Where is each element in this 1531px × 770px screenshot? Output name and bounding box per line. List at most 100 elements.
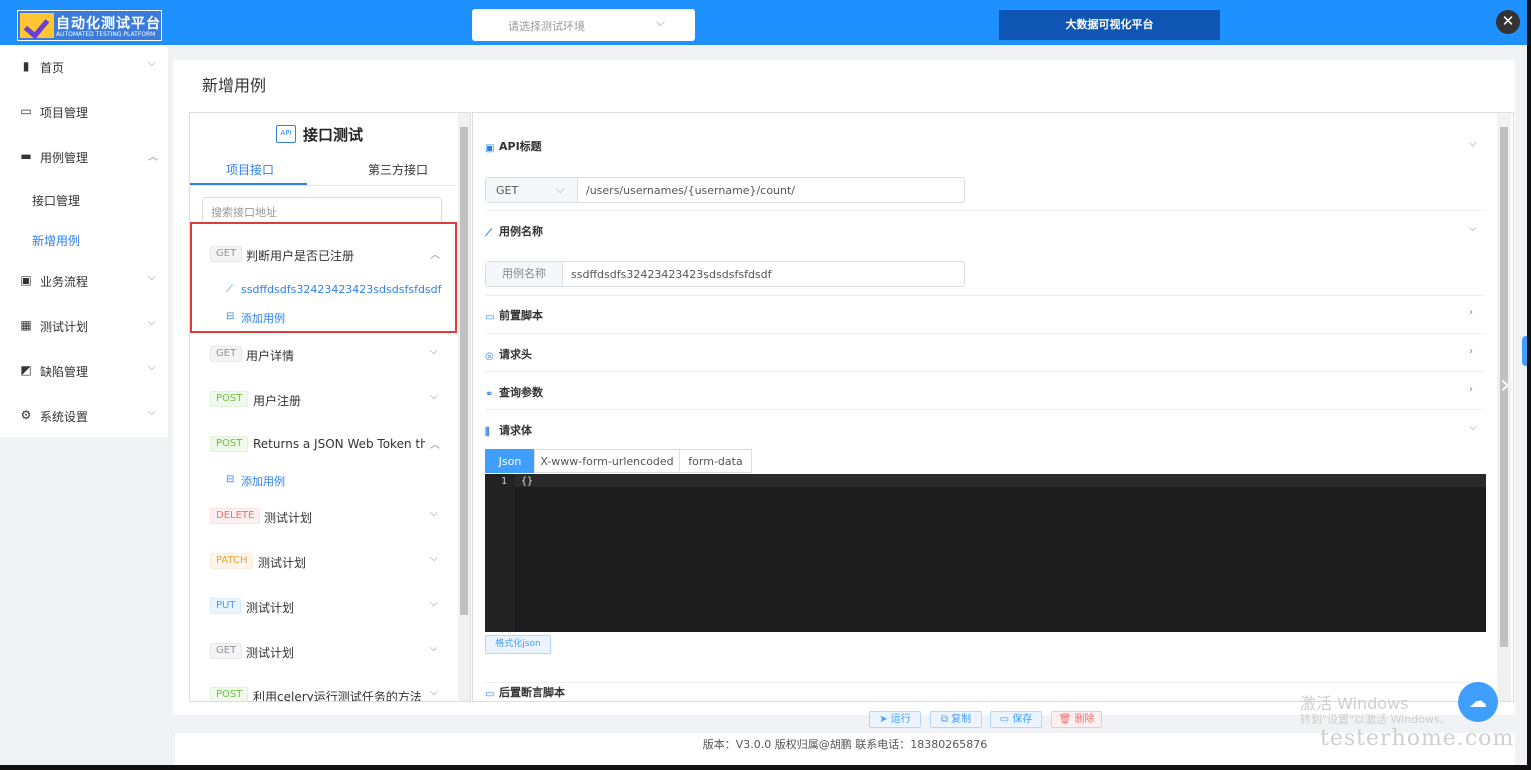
chevron-up-icon: ︿ xyxy=(148,152,158,163)
api-name: 用户注册 xyxy=(253,394,302,408)
chevron-right-icon: › xyxy=(1469,346,1473,357)
section-title: API标题 xyxy=(499,140,542,153)
copy-button[interactable]: ⧉ 复制 xyxy=(930,711,982,728)
sidebar-item-settings[interactable]: ⚙ 系统设置 ⌵ xyxy=(0,396,168,436)
top-bar: 自动化测试平台 AUTOMATED TESTING PLATFORM 请选择测试… xyxy=(0,0,1531,45)
api-icon: ▣ xyxy=(485,143,495,154)
save-label: 保存 xyxy=(1012,714,1033,725)
chevron-right-icon[interactable]: › xyxy=(1500,370,1510,400)
tab-json[interactable]: Json xyxy=(485,449,535,473)
section-api-title: ▣ API标题 ⌵ GET ⌵ /users/usernames/{usernam… xyxy=(485,138,1485,211)
script-icon: ▭ xyxy=(485,312,495,323)
sidebar-item-cases[interactable]: ▬ 用例管理 ︿ xyxy=(0,137,168,177)
logo-title: 自动化测试平台 xyxy=(56,16,161,32)
close-icon[interactable]: ✕ xyxy=(1496,10,1520,34)
method-badge: GET xyxy=(210,346,243,362)
bigdata-button[interactable]: 大数据可视化平台 xyxy=(999,10,1220,40)
footer: 版本：V3.0.0 版权归属@胡鹏 联系电话：18380265876 xyxy=(175,733,1515,765)
add-case-button[interactable]: 添加用例 xyxy=(241,473,285,489)
scrollbar-thumb[interactable] xyxy=(460,127,468,615)
env-select-placeholder: 请选择测试环境 xyxy=(508,20,585,33)
chevron-down-icon: ⌵ xyxy=(430,553,438,564)
method-url-input: GET ⌵ /users/usernames/{username}/count/ xyxy=(485,177,965,203)
chevron-down-icon: ⌵ xyxy=(556,183,565,196)
chevron-down-icon: ⌵ xyxy=(430,598,438,609)
case-name-input: 用例名称 ssdffdsdfs32423423423sdsdsfsfdsdf xyxy=(485,261,965,287)
method-select[interactable]: GET ⌵ xyxy=(486,178,578,202)
run-button[interactable]: ➤ 运行 xyxy=(869,711,921,728)
sidebar-item-defects[interactable]: ◩ 缺陷管理 ⌵ xyxy=(0,351,168,391)
tab-project-api[interactable]: 项目接口 xyxy=(226,161,274,178)
api-item[interactable]: GET 测试计划 ⌵ xyxy=(190,641,456,665)
chevron-down-icon[interactable]: ⌵ xyxy=(1469,422,1477,433)
api-item[interactable]: DELETE 测试计划 ⌵ xyxy=(190,506,456,530)
api-item[interactable]: GET 判断用户是否已注册 ︿ xyxy=(190,244,456,268)
windows-activation-subtitle: 转到"设置"以激活 Windows。 xyxy=(1300,713,1451,726)
section-pre-script[interactable]: ▭ 前置脚本 › xyxy=(485,307,1485,334)
api-panel-title: 接口测试 xyxy=(303,126,364,144)
right-scrollbar[interactable] xyxy=(1497,113,1511,701)
api-name: 判断用户是否已注册 xyxy=(246,249,355,263)
format-json-button[interactable]: 格式化json xyxy=(485,635,551,654)
delete-button[interactable]: 🗑 删除 xyxy=(1051,711,1102,728)
cloud-icon[interactable]: ☁ xyxy=(1458,682,1498,722)
left-scrollbar[interactable] xyxy=(458,113,470,701)
app-window: 自动化测试平台 AUTOMATED TESTING PLATFORM 请选择测试… xyxy=(0,0,1531,770)
sidebar-item-label: 业务流程 xyxy=(40,275,89,289)
sidebar-item-label: 用例管理 xyxy=(40,151,89,165)
feather-icon: ⟋ xyxy=(485,228,492,239)
section-header[interactable]: ⫼ 请求体 xyxy=(485,422,532,439)
api-icon: API xyxy=(276,125,296,143)
sidebar-item-home[interactable]: ▮ 首页 ⌵ xyxy=(0,47,168,87)
api-name: Returns a JSON Web Token th... xyxy=(253,437,425,451)
api-item[interactable]: POST Returns a JSON Web Token th... ︿ xyxy=(190,434,456,458)
sidebar-subitem-api-manage[interactable]: 接口管理 xyxy=(32,192,80,209)
copy-icon: ⧉ xyxy=(940,714,952,725)
method-badge: PATCH xyxy=(210,553,254,569)
window-bottom-edge xyxy=(0,765,1531,770)
api-item[interactable]: PUT 测试计划 ⌵ xyxy=(190,596,456,620)
chevron-down-icon[interactable]: ⌵ xyxy=(1469,138,1477,149)
json-editor[interactable]: 1 {} xyxy=(485,474,1486,632)
method-badge: GET xyxy=(210,643,243,659)
chevron-down-icon[interactable]: ⌵ xyxy=(1469,223,1477,234)
search-input[interactable]: 搜索接口地址 xyxy=(202,197,442,224)
bar-chart-icon: ▮ xyxy=(22,59,30,73)
api-item[interactable]: POST 用户注册 ⌵ xyxy=(190,389,456,413)
api-item[interactable]: POST 利用celery运行测试任务的方法 ⌵ xyxy=(190,685,456,702)
url-input[interactable]: /users/usernames/{username}/count/ xyxy=(586,184,795,197)
tab-form-data[interactable]: form-data xyxy=(679,449,752,473)
api-name: 利用celery运行测试任务的方法 xyxy=(253,690,422,702)
case-name-prefix: 用例名称 xyxy=(486,262,563,286)
api-name: 用户详情 xyxy=(246,349,295,363)
section-title: 请求头 xyxy=(499,348,532,361)
chevron-down-icon: ⌵ xyxy=(430,687,438,698)
add-case-icon: ⊟ xyxy=(226,311,235,322)
section-headers[interactable]: ◎ 请求头 › xyxy=(485,346,1485,372)
api-item[interactable]: GET 用户详情 ⌵ xyxy=(190,344,456,368)
case-link[interactable]: ssdffdsdfs32423423423sdsdsfsfdsdf xyxy=(241,283,442,296)
section-query-params[interactable]: ⚭ 查询参数 › xyxy=(485,384,1485,410)
add-case-button[interactable]: 添加用例 xyxy=(241,310,285,326)
gear-icon: ⚙ xyxy=(20,408,32,422)
sliders-icon: ⫼ xyxy=(485,427,490,438)
sidebar-item-projects[interactable]: ▭ 项目管理 xyxy=(0,92,168,132)
page-title: 新增用例 xyxy=(202,76,267,95)
case-name-field[interactable]: ssdffdsdfs32423423423sdsdsfsfdsdf xyxy=(571,268,772,281)
app-logo[interactable]: 自动化测试平台 AUTOMATED TESTING PLATFORM xyxy=(17,10,162,41)
sidebar-subitem-new-case[interactable]: 新增用例 xyxy=(32,232,80,249)
tab-urlencoded[interactable]: X-www-form-urlencoded xyxy=(534,449,680,473)
api-item[interactable]: PATCH 测试计划 ⌵ xyxy=(190,551,456,575)
section-header[interactable]: ⟋ 用例名称 xyxy=(485,223,543,240)
chevron-down-icon: ⌵ xyxy=(430,508,438,519)
sidebar-item-test-plan[interactable]: ▦ 测试计划 ⌵ xyxy=(0,306,168,346)
env-select[interactable]: 请选择测试环境 ⌵ xyxy=(472,9,695,41)
sidebar-item-business-flow[interactable]: ▣ 业务流程 ⌵ xyxy=(0,261,168,301)
method-badge: POST xyxy=(210,687,249,701)
section-header[interactable]: ▣ API标题 xyxy=(485,138,542,155)
chevron-right-icon: › xyxy=(1469,307,1473,318)
tab-third-party-api[interactable]: 第三方接口 xyxy=(368,161,428,178)
feather-icon: ⟋ xyxy=(226,284,233,295)
save-button[interactable]: ▭ 保存 xyxy=(990,711,1042,728)
editor-code[interactable]: {} xyxy=(521,476,533,487)
